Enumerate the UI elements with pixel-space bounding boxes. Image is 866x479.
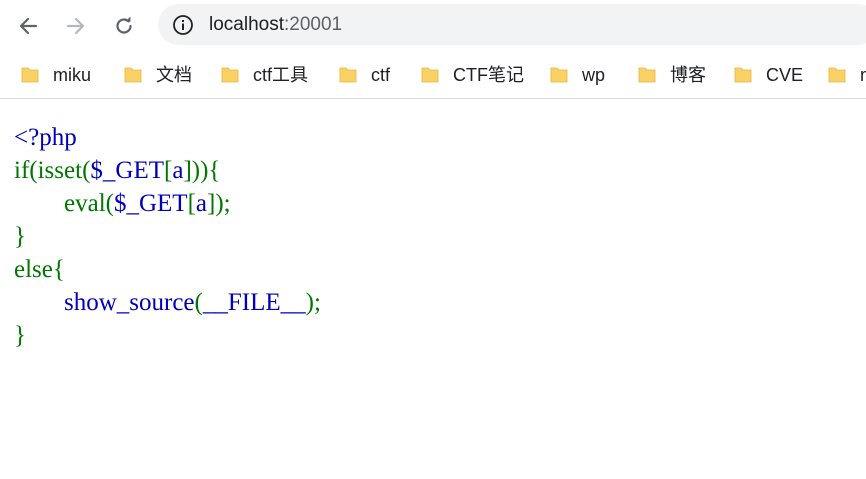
code-keyword-token: ])){ — [183, 157, 221, 184]
url-port: :20001 — [284, 14, 343, 35]
folder-icon — [221, 67, 239, 83]
code-keyword-token: ( — [29, 157, 38, 184]
bookmark-label: m — [860, 64, 866, 86]
bookmark-label: CTF笔记 — [453, 65, 524, 85]
code-token: a — [195, 190, 208, 217]
code-line: } — [14, 223, 26, 250]
bookmark-folder[interactable]: ctf工具 — [220, 62, 308, 88]
bookmark-folder[interactable]: CTF笔记 — [420, 62, 524, 88]
arrow-left-icon — [19, 17, 38, 35]
bookmark-folder[interactable]: wp — [549, 62, 605, 88]
arrow-right-icon — [66, 17, 85, 35]
back-button[interactable] — [11, 9, 45, 43]
code-token: $_GET — [113, 190, 188, 217]
bookmark-label: ctf工具 — [253, 65, 309, 85]
code-token: <?php — [14, 124, 77, 151]
code-line: show_source(__FILE__); — [14, 289, 321, 316]
code-keyword-token: [ — [187, 190, 196, 217]
code-line: eval($_GET[a]); — [14, 190, 231, 217]
folder-icon — [124, 67, 142, 83]
folder-icon — [21, 67, 39, 83]
folder-icon — [734, 67, 752, 83]
address-bar[interactable]: localhost:20001 — [158, 4, 866, 45]
bookmark-label: ctf — [371, 65, 391, 85]
reload-icon — [116, 16, 132, 34]
bookmark-label: 文档 — [156, 65, 192, 85]
code-line: <?php — [14, 124, 77, 151]
code-token: __FILE__ — [202, 289, 306, 316]
url-text[interactable]: localhost:20001 — [209, 14, 342, 36]
code-keyword-token: else{ — [14, 256, 65, 283]
info-circle-icon[interactable] — [172, 14, 194, 36]
code-keyword-token: ); — [305, 289, 321, 316]
code-keyword-token: eval — [64, 190, 106, 217]
page-content: <?php if(isset($_GET[a])){ eval($_GET[a]… — [0, 99, 866, 479]
folder-icon — [638, 67, 656, 83]
bookmark-label: 博客 — [670, 65, 706, 85]
code-token: a — [172, 157, 184, 184]
bookmark-folder[interactable]: m — [827, 62, 866, 88]
code-keyword-token: ( — [194, 289, 203, 316]
code-keyword-token: if — [14, 157, 30, 184]
bookmark-folder[interactable]: CVE — [733, 62, 803, 88]
php-source-code: <?php if(isset($_GET[a])){ eval($_GET[a]… — [14, 121, 321, 352]
code-keyword-token: ( — [105, 190, 114, 217]
code-token: $_GET — [90, 157, 164, 184]
folder-icon — [421, 67, 439, 83]
browser-toolbar: localhost:20001 — [0, 0, 866, 52]
url-host: localhost — [209, 14, 284, 35]
code-token: show_source — [64, 289, 195, 316]
folder-icon — [550, 67, 568, 83]
reload-button[interactable] — [107, 9, 141, 43]
bookmark-folder[interactable]: 博客 — [637, 62, 706, 88]
folder-icon — [339, 67, 357, 83]
code-line: } — [14, 322, 26, 349]
code-line: if(isset($_GET[a])){ — [14, 157, 220, 184]
bookmark-folder[interactable]: 文档 — [123, 62, 192, 88]
bookmarks-bar: miku 文档 ctf工具 ctf CTF笔记 wp 博客 CVE — [0, 52, 866, 99]
code-line: else{ — [14, 256, 65, 283]
code-keyword-token: isset — [37, 157, 83, 184]
code-keyword-token: ]); — [207, 190, 231, 217]
code-keyword-token: } — [14, 322, 26, 349]
bookmark-folder[interactable]: miku — [20, 62, 91, 88]
bookmark-folder[interactable]: ctf — [338, 62, 390, 88]
bookmark-label: CVE — [766, 65, 804, 85]
bookmark-label: wp — [582, 65, 606, 85]
code-keyword-token: } — [14, 223, 26, 250]
forward-button[interactable] — [59, 9, 93, 43]
folder-icon — [828, 67, 846, 83]
bookmark-label: miku — [53, 65, 92, 85]
